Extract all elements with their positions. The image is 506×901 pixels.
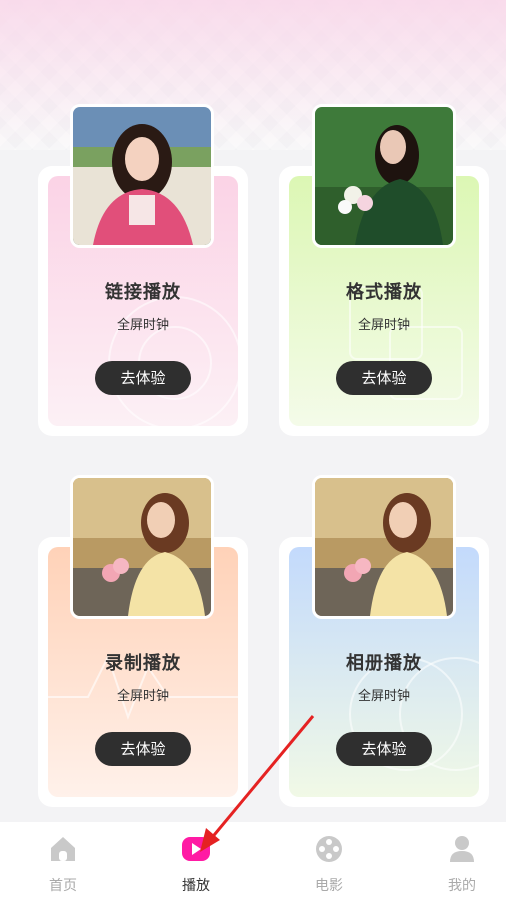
try-button[interactable]: 去体验 — [336, 361, 432, 395]
tab-label: 播放 — [182, 878, 210, 894]
tab-home[interactable]: 首页 — [0, 822, 126, 901]
tab-mine[interactable]: 我的 — [399, 822, 506, 901]
tab-label: 我的 — [448, 878, 476, 894]
portrait-photo-tulips-beach — [70, 475, 214, 619]
user-icon — [450, 836, 474, 862]
home-icon — [51, 837, 75, 861]
try-button[interactable]: 去体验 — [336, 732, 432, 766]
card-title: 相册播放 — [346, 653, 422, 674]
portrait-photo-green-field — [312, 104, 456, 248]
card-title: 录制播放 — [105, 653, 181, 674]
tab-play[interactable]: 播放 — [133, 822, 259, 901]
try-button[interactable]: 去体验 — [95, 361, 191, 395]
portrait-photo-tulips-beach — [312, 475, 456, 619]
bottom-tab-bar: 首页 播放 电影 我的 — [0, 822, 506, 901]
card-subtitle: 全屏时钟 — [116, 689, 169, 704]
tab-label: 首页 — [49, 878, 77, 894]
tab-movie[interactable]: 电影 — [266, 822, 392, 901]
portrait-photo-pink-sweater — [70, 104, 214, 248]
tab-label: 电影 — [315, 878, 343, 894]
card-subtitle: 全屏时钟 — [357, 318, 410, 333]
try-button[interactable]: 去体验 — [95, 732, 191, 766]
card-title: 格式播放 — [346, 282, 422, 303]
play-icon — [182, 837, 210, 861]
card-title: 链接播放 — [105, 282, 181, 303]
card-subtitle: 全屏时钟 — [116, 318, 169, 333]
card-subtitle: 全屏时钟 — [357, 689, 410, 704]
film-reel-icon — [316, 836, 342, 862]
